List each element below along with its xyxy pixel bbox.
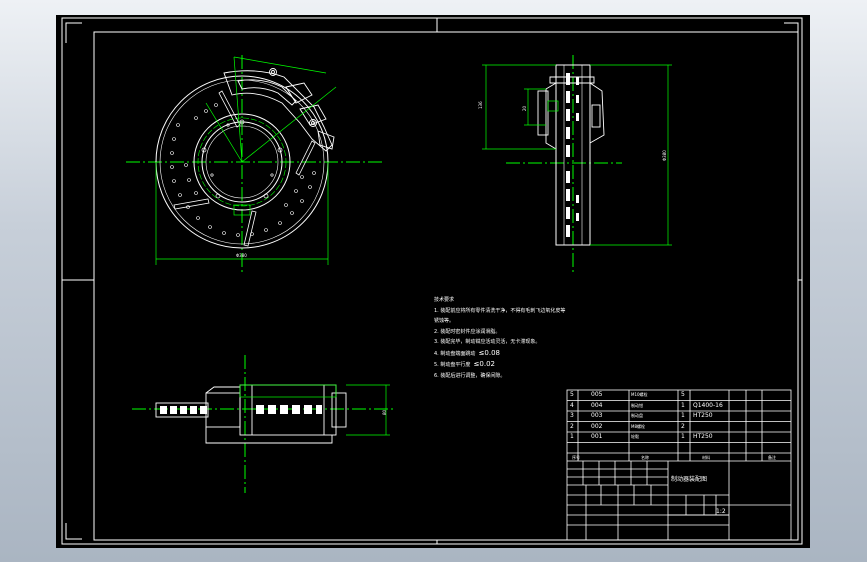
notes-title: 技术要求 [434,297,455,303]
drawing-scale: 1:2 [716,508,726,515]
bom-code: 005 [591,391,603,398]
bom-row: 4 004 制动钳 1 Q1400-16 [567,401,789,412]
note-line-7: 6. 装配后进行调整，确保间隙。 [434,372,506,379]
bom-row: 5 005 M10螺栓 5 [567,390,789,401]
technical-notes: 技术要求 1. 装配前应将所有零件清洗干净，不得有毛刺飞边氧化皮等 锈蚀等。 2… [434,295,604,381]
front-width-dim: Φ380 [236,253,247,258]
bom-code: 003 [591,412,603,419]
sheet-inner-frame [93,31,799,541]
bom-no: 1 [570,433,574,440]
bom-no: 3 [570,412,574,419]
note-tol-2: ≤0.02 [473,360,496,368]
bom-material: Q1400-16 [693,401,723,409]
bom-material: HT250 [693,433,713,440]
side-inner-dim: 20 [522,105,527,111]
bom-material: HT250 [693,412,713,419]
note-line-1: 1. 装配前应将所有零件清洗干净，不得有毛刺飞边氧化皮等 [434,307,566,314]
bom-header-name: 名称 [641,454,649,460]
bill-of-materials: 5 005 M10螺栓 5 4 004 制动钳 1 Q1400-16 3 003… [567,390,789,443]
cad-drawing-viewport[interactable]: Φ380 136 20 Φ380 80 序号 名称 材料 备注 技术要求 1. … [56,15,810,548]
plan-height-dim: 80 [382,409,387,415]
bom-qty: 1 [681,401,685,409]
bom-qty: 5 [681,391,685,398]
bom-header-note: 备注 [768,454,776,460]
bom-name: 轮毂 [631,434,639,439]
side-view: 136 20 Φ380 [478,55,672,273]
note-tol-1: ≤0.08 [478,348,501,357]
bom-code: 004 [591,401,603,409]
bom-qty: 1 [681,412,685,419]
bom-row: 2 002 M8螺栓 2 [567,422,789,433]
bom-header-material: 材料 [702,454,710,460]
bom-name: 制动钳 [631,402,643,408]
bom-no: 4 [570,401,574,409]
side-height-dim: Φ380 [662,150,667,161]
note-line-6: 5. 制动盘平行度 [434,362,471,368]
drawing-title: 制动器装配图 [671,476,708,483]
note-line-2: 锈蚀等。 [434,318,455,324]
bom-no: 5 [570,391,574,398]
note-line-4: 3. 装配完毕，制动钳应活动灵活，无卡滞现象。 [434,339,541,345]
plan-view: 80 [132,355,396,493]
bom-header-no: 序号 [572,454,580,460]
bom-name: 制动盘 [631,413,643,418]
drawing-svg: Φ380 136 20 Φ380 80 序号 名称 材料 备注 [61,17,803,545]
side-left-dim: 136 [478,101,483,109]
bom-qty: 1 [681,433,685,440]
bom-code: 001 [591,433,603,440]
bom-name: M10螺栓 [631,392,648,397]
frame-marks [62,18,802,544]
bom-row: 1 001 轮毂 1 HT250 [567,432,789,443]
bom-row: 3 003 制动盘 1 HT250 [567,411,789,422]
front-view: Φ380 [126,55,384,273]
note-line-5: 4. 制动盘端面跳动 [434,350,476,357]
bom-name: M8螺栓 [631,423,645,429]
sheet-outer-border [61,17,803,545]
bom-code: 002 [591,422,603,430]
note-line-3: 2. 装配时密封件应涂润滑脂。 [434,328,501,335]
bom-no: 2 [570,422,574,430]
bom-qty: 2 [681,422,685,430]
